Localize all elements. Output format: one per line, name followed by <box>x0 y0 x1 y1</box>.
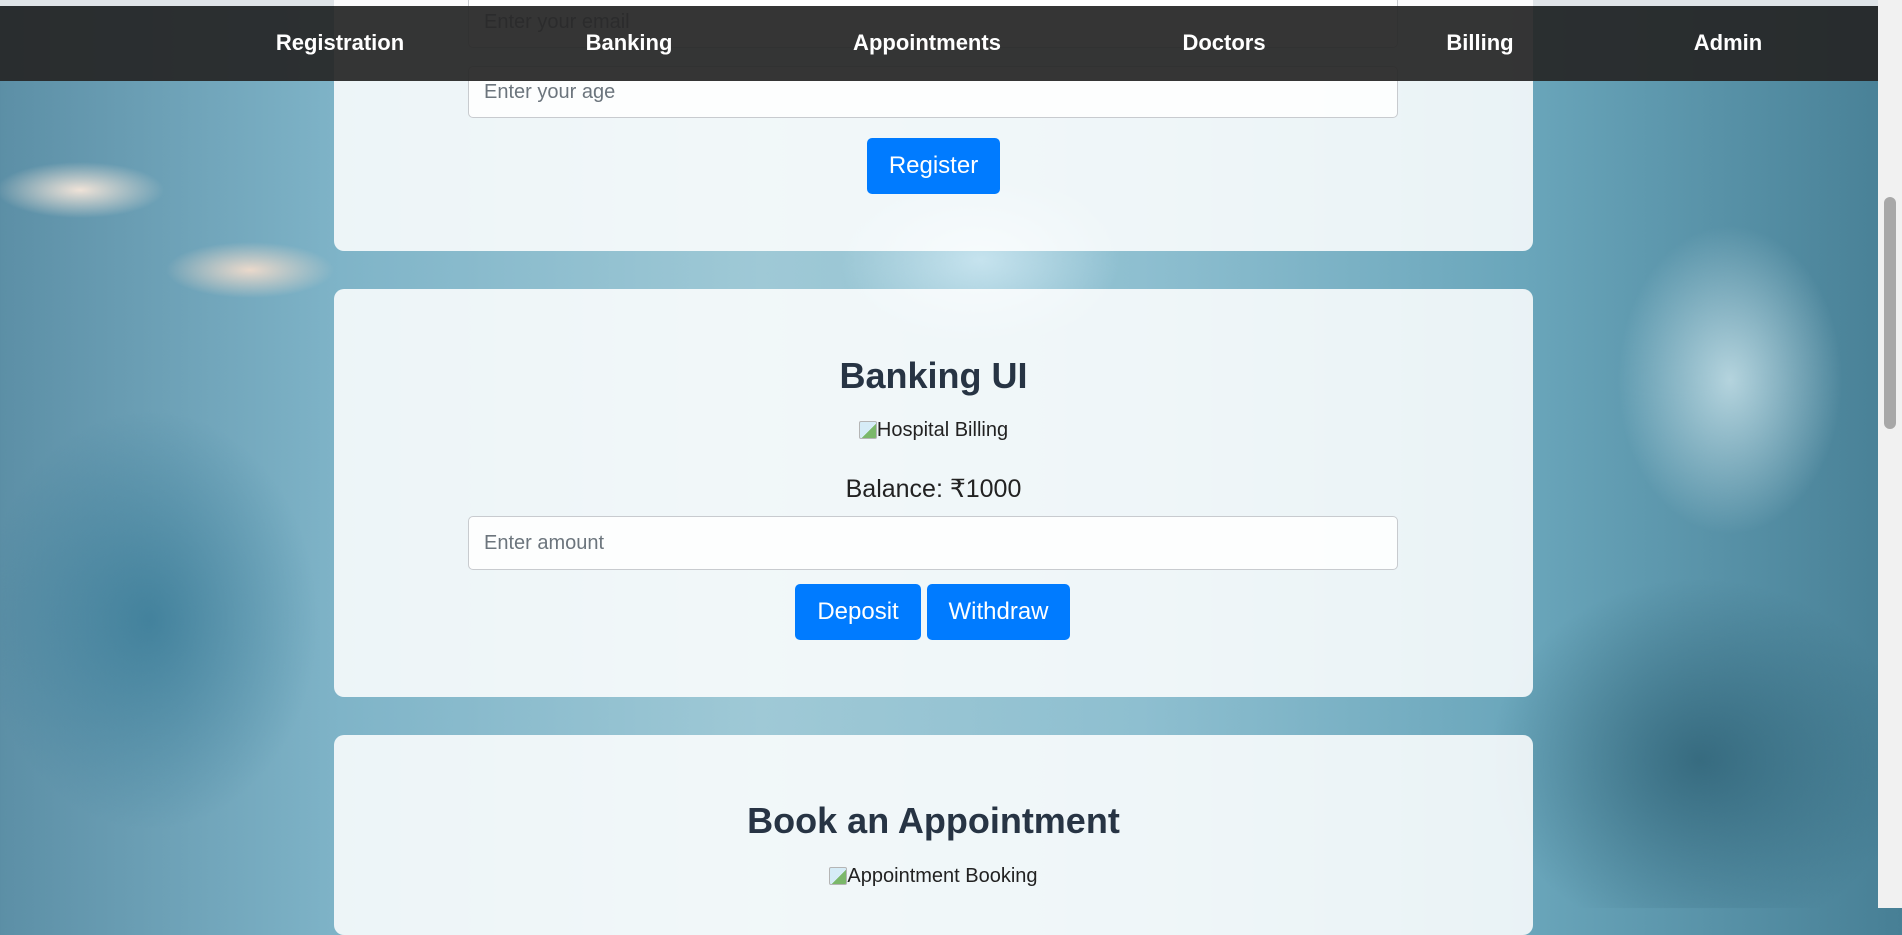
withdraw-button[interactable]: Withdraw <box>927 584 1070 640</box>
hospital-billing-alt-text: Hospital Billing <box>876 419 1009 441</box>
appointment-card: Book an Appointment Appointment Booking <box>334 735 1533 935</box>
broken-image-icon <box>858 421 877 439</box>
nav-appointments[interactable]: Appointments <box>853 6 1001 81</box>
nav-admin[interactable]: Admin <box>1694 6 1762 81</box>
broken-image-icon <box>829 867 848 885</box>
banking-card: Banking UI Hospital Billing Balance: ₹10… <box>334 289 1533 697</box>
top-navbar: Registration Banking Appointments Doctor… <box>0 6 1878 81</box>
nav-banking[interactable]: Banking <box>586 6 673 81</box>
page-scrollbar[interactable] <box>1878 0 1902 908</box>
banking-title: Banking UI <box>839 355 1028 396</box>
deposit-button[interactable]: Deposit <box>795 584 921 640</box>
nav-registration[interactable]: Registration <box>276 6 404 81</box>
hospital-billing-image: Hospital Billing <box>334 419 1533 442</box>
appointment-booking-image: Appointment Booking <box>334 865 1533 888</box>
amount-field[interactable] <box>468 516 1398 570</box>
nav-billing[interactable]: Billing <box>1446 6 1513 81</box>
balance-text: Balance: ₹1000 <box>845 475 1022 503</box>
nav-doctors[interactable]: Doctors <box>1182 6 1265 81</box>
appointment-title: Book an Appointment <box>747 800 1120 841</box>
appointment-booking-alt-text: Appointment Booking <box>847 865 1038 887</box>
register-button[interactable]: Register <box>867 138 1000 194</box>
scrollbar-thumb[interactable] <box>1884 197 1896 429</box>
